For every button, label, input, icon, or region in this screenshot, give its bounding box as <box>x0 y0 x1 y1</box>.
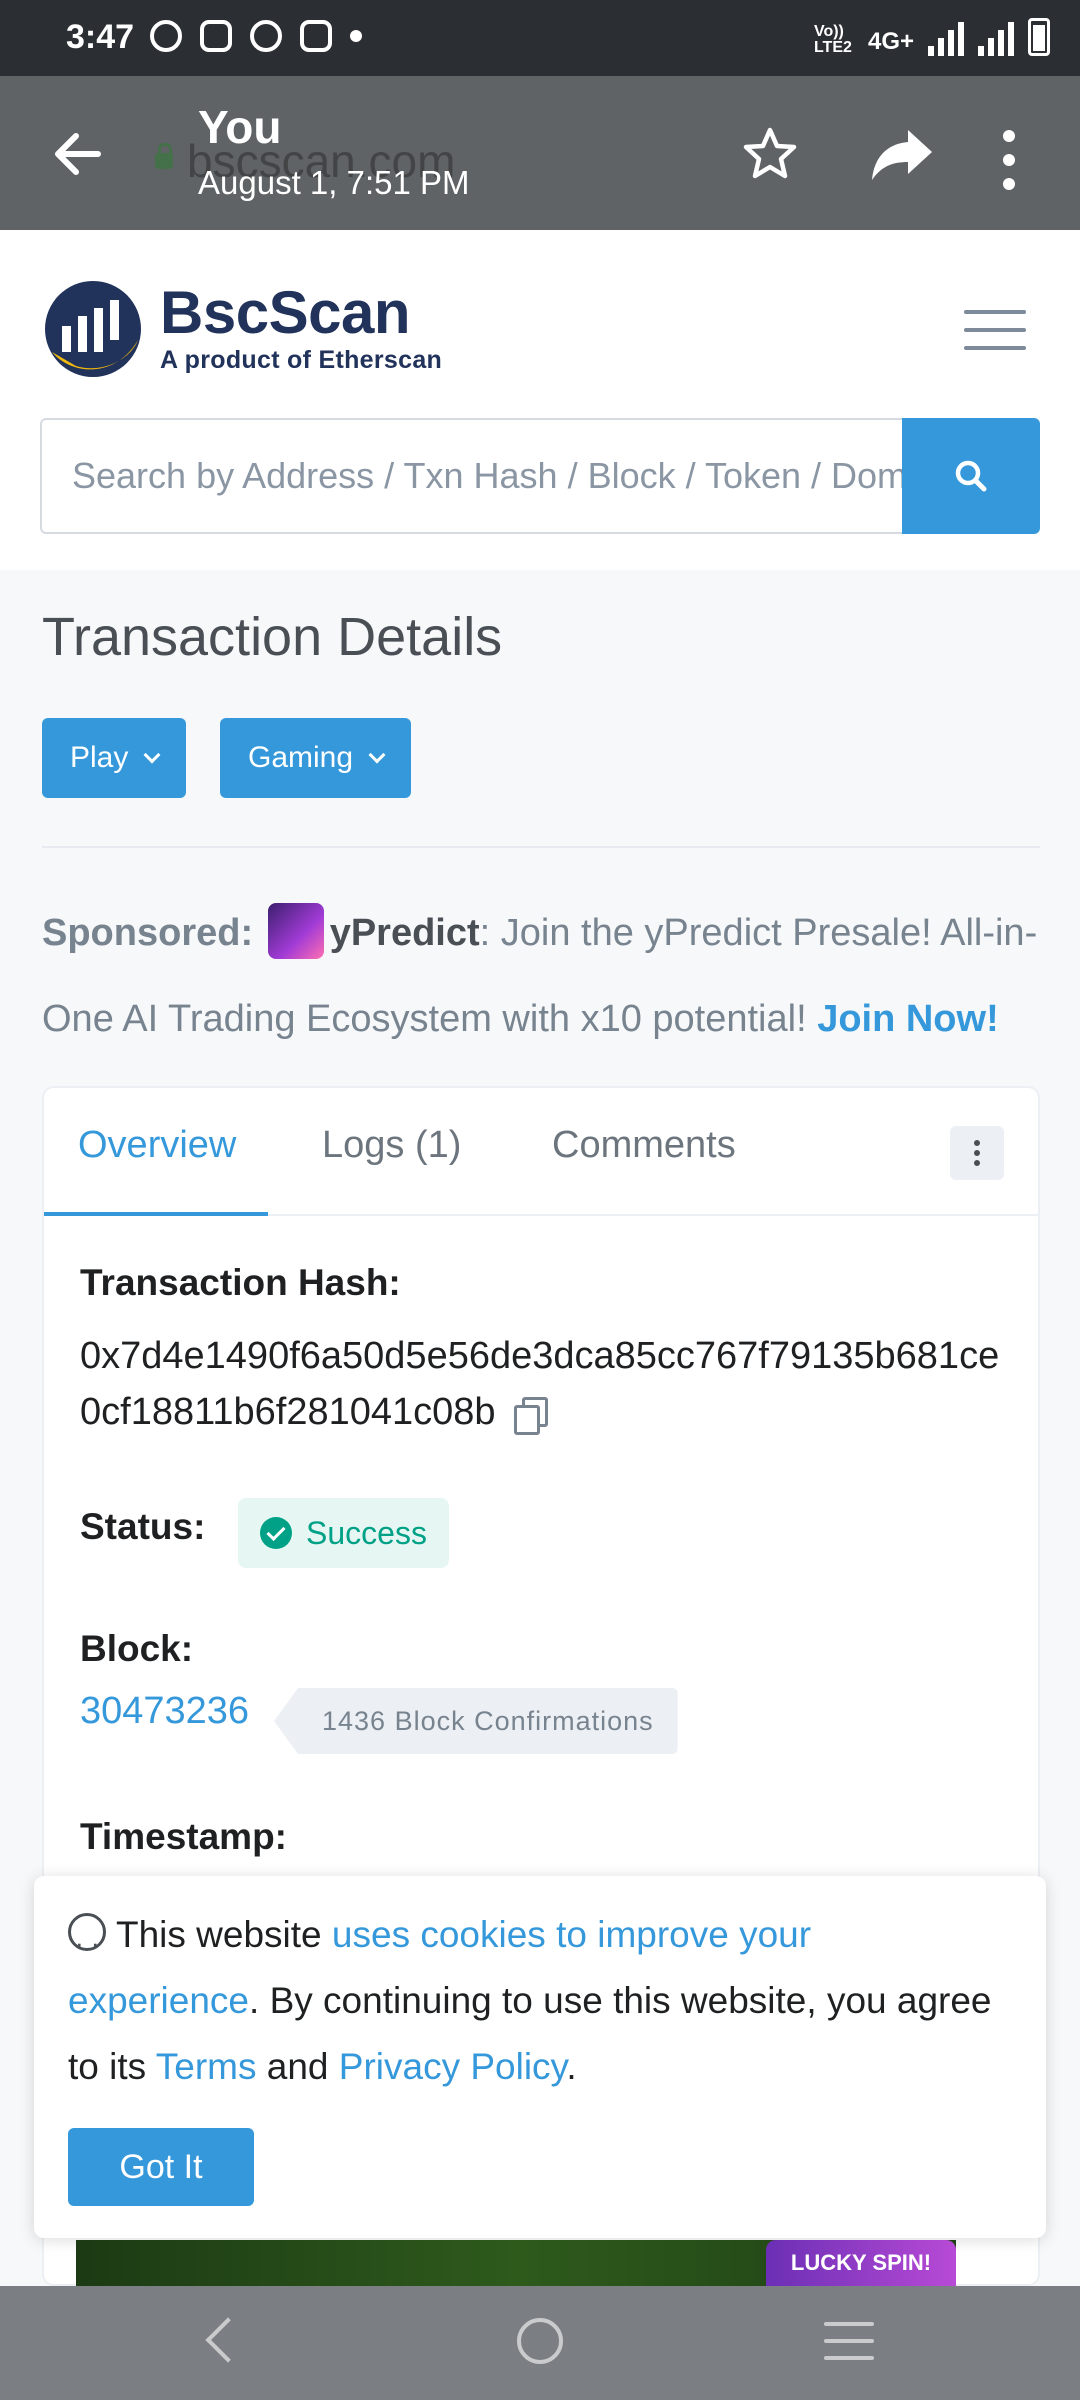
tab-overview[interactable]: Overview <box>78 1124 236 1167</box>
signal-icon <box>928 22 964 56</box>
menu-icon[interactable] <box>964 310 1026 350</box>
hash-label: Transaction Hash: <box>80 1262 401 1303</box>
nav-home-icon[interactable] <box>517 2318 563 2364</box>
ypredict-logo-icon <box>267 902 324 959</box>
check-circle-icon <box>260 1517 292 1549</box>
network-type: 4G+ <box>867 28 914 55</box>
search-icon <box>955 460 987 492</box>
nav-recents-icon[interactable] <box>824 2322 874 2360</box>
chevron-down-icon <box>368 746 386 764</box>
volte-label: Vo)) LTE2 <box>813 23 852 56</box>
more-options-icon[interactable] <box>950 1126 1004 1180</box>
system-navigation-bar <box>0 2286 1080 2400</box>
gaming-label: Gaming <box>248 741 354 774</box>
search-button[interactable] <box>902 418 1040 534</box>
tab-logs[interactable]: Logs (1) <box>322 1124 461 1167</box>
bscscan-logo-icon[interactable] <box>42 278 144 380</box>
logo-tagline: A product of Etherscan <box>160 346 443 374</box>
nav-back-icon[interactable] <box>205 2317 251 2363</box>
share-icon[interactable] <box>870 126 934 182</box>
ad-banner[interactable]: LUCKY SPIN! <box>76 2240 956 2286</box>
page-title: Transaction Details <box>42 607 503 667</box>
shared-date: August 1, 7:51 PM <box>198 164 470 201</box>
star-icon[interactable] <box>740 124 800 184</box>
app-notification-icon <box>200 20 232 52</box>
signal-icon <box>978 22 1014 56</box>
join-now-link[interactable]: Join Now! <box>817 998 999 1040</box>
site-header: BscScan A product of Etherscan Search by… <box>0 230 1080 570</box>
cookie-banner: This website uses cookies to improve you… <box>34 1876 1046 2238</box>
got-it-button[interactable]: Got It <box>68 2128 254 2206</box>
cookie-text-3: and <box>256 2046 339 2087</box>
sponsor-name[interactable]: yPredict <box>330 912 480 954</box>
status-label: Status: <box>80 1506 206 1547</box>
transaction-hash: 0x7d4e1490f6a50d5e56de3dca85cc767f79135b… <box>80 1328 1010 1440</box>
active-tab-indicator <box>44 1212 268 1216</box>
browser-app-bar: bscscan.com You August 1, 7:51 PM <box>0 76 1080 230</box>
more-options-icon[interactable] <box>994 130 1024 190</box>
sponsored-label: Sponsored: <box>42 912 254 954</box>
play-dropdown-button[interactable]: Play <box>42 718 187 798</box>
status-time: 3:47 <box>66 18 135 56</box>
system-icons: Vo)) LTE2 4G+ <box>814 18 1050 56</box>
tab-bar: Overview Logs (1) Comments <box>44 1088 1038 1216</box>
cookie-text-1: This website <box>116 1914 332 1955</box>
search-input[interactable]: Search by Address / Txn Hash / Block / T… <box>40 418 902 534</box>
privacy-policy-link[interactable]: Privacy Policy <box>339 2046 567 2087</box>
cookie-message: This website uses cookies to improve you… <box>68 1902 1008 2100</box>
cookie-icon <box>68 1910 106 1976</box>
vpn-icon <box>250 20 282 52</box>
block-number-link[interactable]: 30473236 <box>80 1690 249 1733</box>
shared-by-title: You <box>198 101 282 153</box>
divider <box>42 846 1040 848</box>
back-arrow-icon[interactable] <box>48 124 108 184</box>
play-label: Play <box>70 741 129 774</box>
status-value: Success <box>306 1514 427 1551</box>
tab-comments[interactable]: Comments <box>552 1124 736 1167</box>
search-bar: Search by Address / Txn Hash / Block / T… <box>40 418 1040 534</box>
app-notification-icon <box>300 20 332 52</box>
block-label: Block: <box>80 1628 194 1669</box>
status-bar: 3:47 Vo)) LTE2 4G+ <box>0 0 1080 76</box>
chevron-down-icon <box>143 746 161 764</box>
lock-icon <box>155 143 173 169</box>
terms-link[interactable]: Terms <box>156 2046 257 2087</box>
vpn-icon <box>150 20 182 52</box>
ad-badge: LUCKY SPIN! <box>766 2240 956 2286</box>
cookie-text-4: . <box>566 2046 577 2087</box>
sponsored-banner: Sponsored: yPredict: Join the yPredict P… <box>42 890 1042 1062</box>
status-badge: Success <box>238 1498 449 1568</box>
battery-icon <box>1028 18 1050 56</box>
more-notifications-dot <box>350 30 362 42</box>
copy-icon[interactable] <box>513 1396 548 1435</box>
notification-icons <box>150 20 362 52</box>
block-confirmations-badge: 1436 Block Confirmations <box>274 1688 678 1754</box>
timestamp-label: Timestamp: <box>80 1816 287 1857</box>
logo-name[interactable]: BscScan <box>160 278 410 347</box>
gaming-dropdown-button[interactable]: Gaming <box>220 718 412 798</box>
